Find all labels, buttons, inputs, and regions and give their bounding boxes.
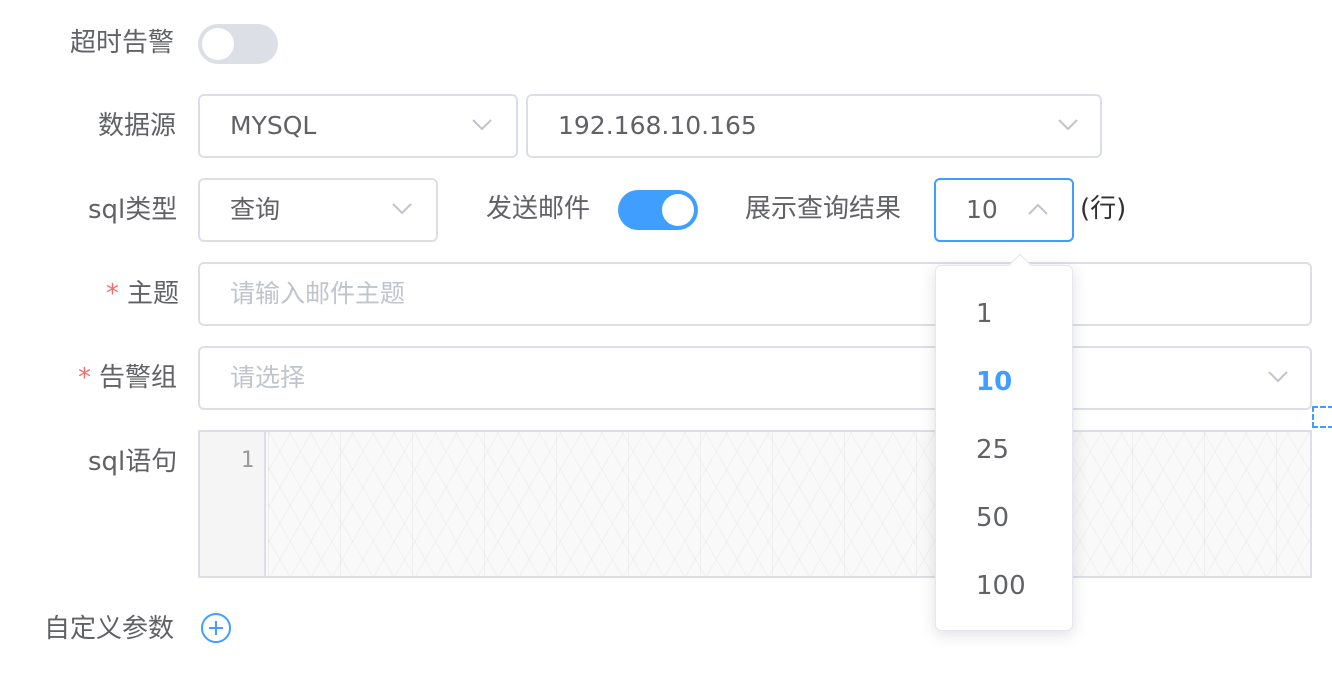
dropdown-option[interactable]: 25 — [976, 430, 1009, 470]
sql-editor[interactable]: 1 — [198, 430, 1312, 578]
alarm-group-label: * 告警组 — [78, 358, 177, 398]
show-results-label: 展示查询结果 — [745, 194, 902, 224]
sql-type-value: 查询 — [230, 195, 281, 224]
alarm-group-select[interactable]: 请选择 — [198, 346, 1312, 410]
subject-label: * 主题 — [106, 274, 179, 314]
send-mail-switch[interactable] — [618, 190, 698, 230]
popover-arrow — [1008, 253, 1032, 277]
sql-statement-label: sql语句 — [88, 447, 178, 477]
required-mark: * — [78, 363, 91, 393]
show-results-select[interactable]: 10 — [934, 178, 1074, 242]
dropdown-option[interactable]: 50 — [976, 498, 1009, 538]
subject-input[interactable]: 请输入邮件主题 — [198, 262, 1312, 326]
add-circle-icon[interactable] — [200, 612, 232, 644]
subject-placeholder: 请输入邮件主题 — [230, 279, 406, 308]
datasource-label: 数据源 — [98, 111, 177, 141]
chevron-down-icon — [1058, 118, 1078, 132]
chevron-up-icon — [1028, 202, 1048, 216]
code-area[interactable] — [268, 432, 1310, 576]
chevron-down-icon — [392, 202, 412, 216]
custom-params-label: 自定义参数 — [44, 614, 175, 644]
resize-handle — [1312, 406, 1332, 428]
datasource-type-select[interactable]: MYSQL — [198, 94, 518, 158]
alarm-group-placeholder: 请选择 — [230, 363, 306, 392]
switch-knob — [662, 194, 694, 226]
line-gutter: 1 — [200, 432, 266, 576]
send-mail-label: 发送邮件 — [486, 194, 591, 224]
required-mark: * — [106, 279, 119, 309]
dropdown-option-selected[interactable]: 10 — [976, 362, 1012, 402]
alarm-group-label-text: 告警组 — [99, 363, 178, 393]
show-results-value: 10 — [966, 195, 998, 224]
dropdown-option[interactable]: 1 — [976, 294, 993, 334]
datasource-host-value: 192.168.10.165 — [558, 111, 757, 140]
rows-dropdown-menu: 1 10 25 50 100 — [935, 253, 1073, 631]
subject-label-text: 主题 — [127, 279, 180, 309]
timeout-alarm-label: 超时告警 — [70, 28, 175, 58]
line-number: 1 — [240, 448, 254, 473]
chevron-down-icon — [472, 118, 492, 132]
rows-unit-label: (行) — [1080, 194, 1127, 224]
dropdown-option[interactable]: 100 — [976, 566, 1026, 606]
sql-type-select[interactable]: 查询 — [198, 178, 438, 242]
timeout-alarm-switch[interactable] — [198, 24, 278, 64]
datasource-host-select[interactable]: 192.168.10.165 — [526, 94, 1102, 158]
datasource-type-value: MYSQL — [230, 111, 317, 140]
switch-knob — [202, 28, 234, 60]
sql-type-label: sql类型 — [88, 195, 178, 225]
chevron-down-icon — [1268, 370, 1288, 384]
